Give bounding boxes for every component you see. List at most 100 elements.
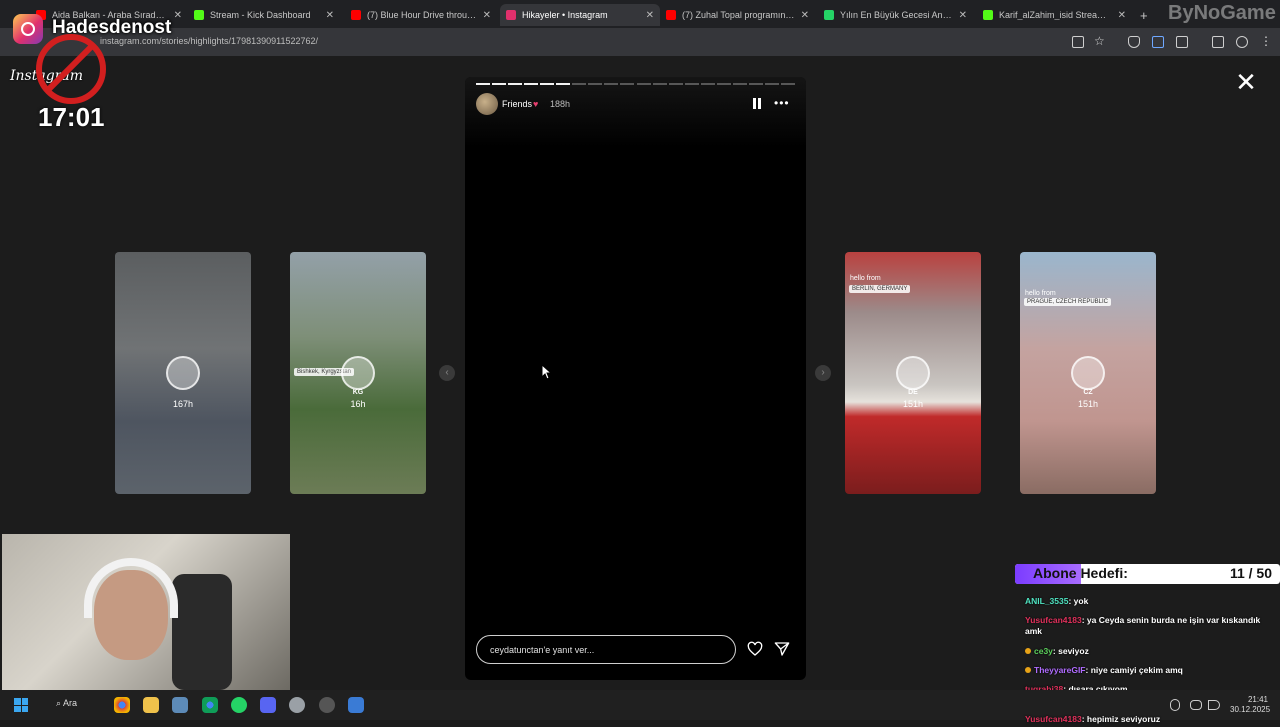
story-card-time: 151h xyxy=(902,399,924,409)
reply-input[interactable]: ceydatunctan'e yanıt ver... xyxy=(476,635,736,664)
app-icon[interactable] xyxy=(348,697,364,713)
close-icon[interactable]: ✕ xyxy=(1234,69,1258,95)
hello-from-label: hello from xyxy=(1025,290,1056,297)
whatsapp-icon[interactable] xyxy=(231,697,247,713)
media-icon[interactable] xyxy=(1212,36,1224,48)
story-progress-segment xyxy=(780,83,795,85)
bookmark-star-icon[interactable]: ☆ xyxy=(1094,34,1105,48)
highlight-avatar[interactable] xyxy=(476,93,498,115)
chat-text: hepimiz seviyoruz xyxy=(1086,714,1161,724)
chrome-icon[interactable] xyxy=(114,697,130,713)
headset-icon xyxy=(84,558,178,618)
story-card[interactable]: Bishkek, Kyrgyzstan KG 16h xyxy=(290,252,426,494)
extension-icon[interactable] xyxy=(1152,36,1164,48)
more-options-icon[interactable]: ••• xyxy=(774,96,790,110)
no-smoking-icon xyxy=(36,34,106,104)
puzzle-icon[interactable] xyxy=(1176,36,1188,48)
volume-icon[interactable] xyxy=(1208,700,1220,710)
install-icon[interactable] xyxy=(1072,36,1084,48)
story-progress-segment xyxy=(556,83,571,85)
kick-icon xyxy=(194,10,204,20)
chrome-profile-icon[interactable] xyxy=(202,697,218,713)
close-tab-icon[interactable]: ✕ xyxy=(483,10,491,21)
location-tag: BERLIN, GERMANY xyxy=(849,285,911,293)
chat-user: ce3y xyxy=(1034,646,1053,656)
active-story[interactable]: Friends ♥ 188h ••• ceydatunctan'e yanıt … xyxy=(465,77,806,680)
close-tab-icon[interactable]: ✕ xyxy=(1118,10,1126,21)
highlight-name[interactable]: Friends xyxy=(502,99,532,109)
system-clock[interactable]: 21:41 30.12.2025 xyxy=(1230,695,1270,715)
shield-icon[interactable] xyxy=(1128,36,1140,48)
story-card-time: 167h xyxy=(172,399,194,409)
sub-goal-bar: Abone Hedefi: 11 / 50 xyxy=(1015,564,1280,584)
profile-icon[interactable] xyxy=(1236,36,1248,48)
overlay-clock: 17:01 xyxy=(38,102,105,132)
story-progress-segment xyxy=(652,83,667,85)
youtube-icon xyxy=(666,10,676,20)
tab-kick-dashboard[interactable]: Stream - Kick Dashboard ✕ xyxy=(188,4,340,26)
close-tab-icon[interactable]: ✕ xyxy=(326,10,334,21)
close-tab-icon[interactable]: ✕ xyxy=(646,10,654,21)
youtube-icon xyxy=(351,10,361,20)
story-avatar xyxy=(1071,356,1105,390)
story-card[interactable]: hello from BERLIN, GERMANY DE 151h xyxy=(845,252,981,494)
story-avatar xyxy=(166,356,200,390)
tab-instagram[interactable]: Hikayeler • Instagram ✕ xyxy=(500,4,660,26)
address-bar: instagram.com/stories/highlights/1798139… xyxy=(0,28,1280,56)
pause-icon[interactable] xyxy=(752,98,762,109)
system-time: 21:41 xyxy=(1247,695,1268,704)
network-icon[interactable] xyxy=(1190,700,1202,710)
chat-message: ce3y: seviyoz xyxy=(1025,646,1265,657)
story-age: 188h xyxy=(550,99,571,109)
tab-strip: Aida Balkan - Araba Sırada - Yo ✕ Stream … xyxy=(0,0,1280,28)
story-progress-segment xyxy=(604,83,619,85)
settings-gear-icon[interactable] xyxy=(289,697,305,713)
obs-icon[interactable] xyxy=(319,697,335,713)
story-progress-segment xyxy=(716,83,731,85)
tab-kick-stream[interactable]: Karif_alZahim_isid Stream - Wa✕ xyxy=(977,4,1132,26)
chat-text: niye camiyi çekim amq xyxy=(1090,665,1183,675)
chat-user: Yusufcan4183 xyxy=(1025,714,1082,724)
sub-badge-icon xyxy=(1025,667,1031,673)
instagram-icon xyxy=(506,10,516,20)
whatsapp-icon xyxy=(824,10,834,20)
story-progress-segment xyxy=(620,83,635,85)
story-avatar xyxy=(341,356,375,390)
menu-kebab-icon[interactable]: ⋮ xyxy=(1260,34,1272,48)
close-tab-icon[interactable]: ✕ xyxy=(959,10,967,21)
file-explorer-icon[interactable] xyxy=(143,697,159,713)
chat-message: Yusufcan4183: ya Ceyda senin burda ne iş… xyxy=(1025,615,1261,636)
sub-goal-label: Abone Hedefi: xyxy=(1033,565,1128,581)
story-card[interactable]: 167h xyxy=(115,252,251,494)
story-progress-segment xyxy=(668,83,683,85)
previous-story-arrow-icon[interactable]: ‹ xyxy=(439,365,455,381)
story-card-name: DE xyxy=(908,389,918,396)
mouse-cursor-icon xyxy=(542,365,552,380)
discord-icon[interactable] xyxy=(260,697,276,713)
tab-whatsapp[interactable]: Yılın En Büyük Gecesi Ankara b✕ xyxy=(818,4,973,26)
new-tab-button[interactable]: + xyxy=(1134,4,1154,26)
heart-emoji: ♥ xyxy=(533,99,539,109)
close-tab-icon[interactable]: ✕ xyxy=(801,10,809,21)
tab-youtube-3[interactable]: (7) Zuhal Topal programında da✕ xyxy=(660,4,815,26)
story-avatar xyxy=(896,356,930,390)
story-progress-segment xyxy=(540,83,555,85)
taskbar-search[interactable]: ⌕ Ara xyxy=(56,698,77,709)
gaming-chair xyxy=(172,574,232,690)
chat-text: yok xyxy=(1073,596,1089,606)
next-story-arrow-icon[interactable]: › xyxy=(815,365,831,381)
story-progress-segment xyxy=(572,83,587,85)
microphone-icon[interactable] xyxy=(1170,699,1180,711)
story-card-time: 151h xyxy=(1077,399,1099,409)
story-progress-segment xyxy=(508,83,523,85)
chat-user: TheyyareGIF xyxy=(1034,665,1086,675)
story-progress-segment xyxy=(476,83,491,85)
story-card[interactable]: hello from PRAGUE, CZECH REPUBLIC CZ 151… xyxy=(1020,252,1156,494)
heart-icon[interactable] xyxy=(747,641,763,657)
close-tab-icon[interactable]: ✕ xyxy=(174,10,182,21)
tab-youtube-2[interactable]: (7) Blue Hour Drive through To✕ xyxy=(345,4,497,26)
app-icon[interactable] xyxy=(172,697,188,713)
hello-from-label: hello from xyxy=(850,275,881,282)
windows-start-icon[interactable] xyxy=(14,698,28,712)
send-icon[interactable] xyxy=(774,641,790,657)
